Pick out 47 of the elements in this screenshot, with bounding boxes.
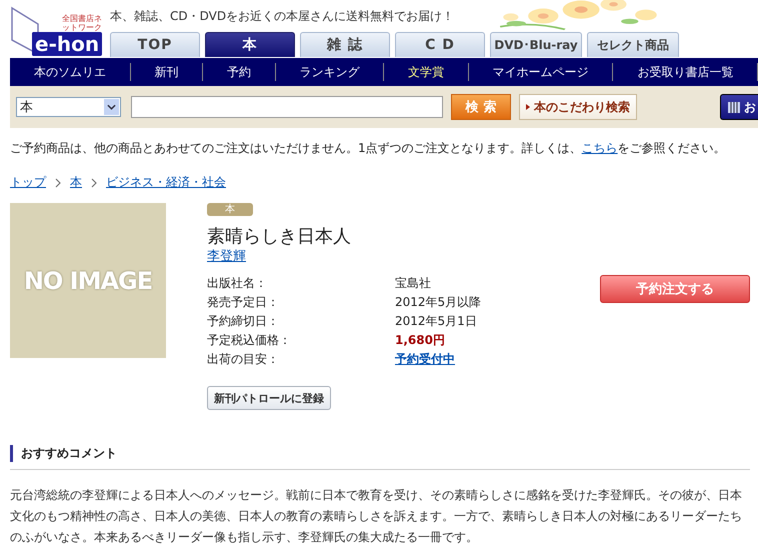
nav-link[interactable]: ランキング (276, 64, 384, 80)
detail-label: 出荷の目安： (207, 351, 280, 368)
book-title: 素晴らしき日本人 (207, 225, 351, 249)
notice-text: ご予約商品は、他の商品とあわせてのご注文はいただけません。1点ずつのご注文となります。詳しくは、こちら をご参照ください。 (10, 140, 727, 157)
nav-link[interactable]: お受取り書店一覧 (613, 64, 758, 80)
advanced-search-button[interactable]: 本のこだわり検索 (519, 94, 637, 120)
recommend-comment: 元台湾総統の李登輝による日本人へのメッセージ。戦前に日本で教育を受け、その素晴らしさに感銘を受けた李登輝氏。その彼が、日本文化のもつ精神性の高さ、日本人の美徳、日本人の教育の素晴らしさを訴えます。一方で、素晴らしき日本人の対極にあるリーダーたちのふがいなさ。本来あるべきリーダー像も指し示す、李登輝氏の集大成たる一冊です。 (10, 487, 743, 546)
detail-label: 発売予定日： (207, 294, 280, 311)
notice-link[interactable]: こちら (582, 141, 618, 155)
nav-tab[interactable]: DVD･Blu-ray (490, 32, 582, 57)
detail-label: 予定税込価格： (207, 332, 292, 349)
logo[interactable]: 全国書店ネットワーク e-hon (10, 4, 105, 56)
nav-link[interactable]: 予約 (203, 64, 275, 80)
breadcrumb-separator-icon (91, 178, 97, 188)
nav-tab[interactable]: TOP (110, 32, 200, 57)
detail-label: 予約締切日： (207, 313, 280, 330)
nav-link[interactable]: 本のソムリエ (10, 64, 130, 80)
logo-tagline: 全国書店ネットワーク (62, 14, 102, 32)
category-select[interactable]: 本 (16, 97, 121, 117)
category-badge: 本 (207, 203, 253, 216)
status-link[interactable]: 予約受付中 (395, 351, 455, 368)
header-message: 本、雑誌、CD・DVDをお近くの本屋さんに送料無料でお届け！ (110, 8, 454, 25)
search-field[interactable] (131, 96, 443, 118)
logo-name: e-hon (32, 32, 102, 56)
books-icon (727, 100, 741, 114)
nav-tab[interactable]: C D (395, 32, 485, 57)
side-button[interactable]: お (720, 94, 758, 120)
detail-value: 2012年5月1日 (395, 313, 478, 330)
breadcrumb-link[interactable]: ビジネス・経済・社会 (106, 174, 226, 191)
nav-link[interactable]: 文学賞 (384, 64, 468, 80)
no-image-text: NO IMAGE (24, 266, 152, 294)
detail-value: 宝島社 (395, 275, 432, 292)
detail-value: 2012年5月以降 (395, 294, 482, 311)
nav-tab[interactable]: 雑 誌 (300, 32, 390, 57)
nav-link[interactable]: マイホームページ (468, 64, 612, 80)
author-link[interactable]: 李登輝 (207, 249, 246, 265)
detail-label: 出版社名： (207, 275, 268, 292)
nav-tab[interactable]: 本 (205, 32, 295, 57)
breadcrumb-link[interactable]: トップ (10, 174, 46, 191)
price-value: 1,680円 (395, 332, 446, 349)
nav-link[interactable]: 新刊 (130, 64, 202, 80)
triangle-icon (526, 104, 530, 110)
breadcrumb-link[interactable]: 本 (70, 174, 82, 191)
nav-tab[interactable]: セレクト商品 (587, 32, 679, 57)
section-heading: おすすめコメント (10, 445, 750, 462)
patrol-register-button[interactable]: 新刊パトロールに登録 (207, 386, 331, 410)
breadcrumb-separator-icon (55, 178, 61, 188)
